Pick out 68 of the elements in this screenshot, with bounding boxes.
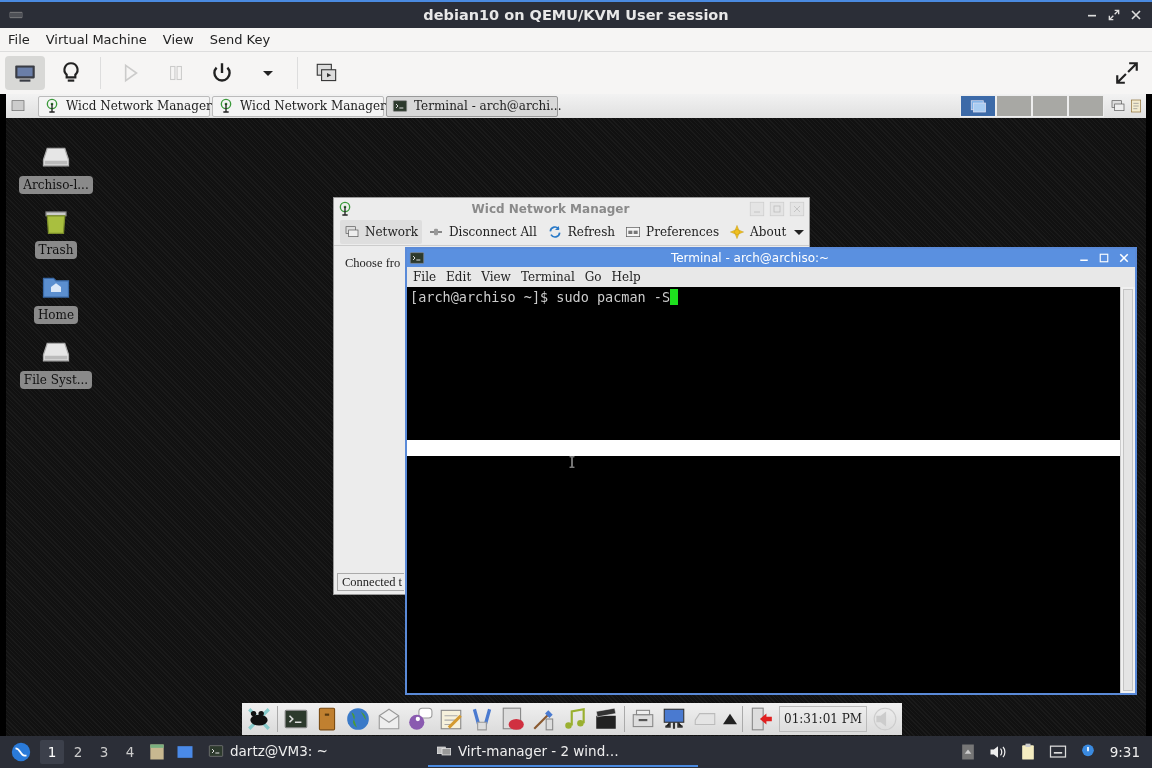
menu-item[interactable]: View	[162, 32, 194, 47]
terminal-output[interactable]: [arch@archiso ~]$ sudo pacman -S	[407, 287, 1120, 693]
workspace-thumbnail[interactable]	[996, 95, 1032, 117]
menu-logo-icon[interactable]	[10, 741, 32, 763]
terminal-icon	[392, 98, 408, 114]
star-icon	[729, 224, 746, 240]
preferences-icon	[625, 224, 642, 240]
clipboard-icon[interactable]	[1128, 98, 1144, 114]
menu-item[interactable]: Help	[611, 270, 641, 284]
taskbar-button[interactable]: Wicd Network Manager	[38, 95, 210, 117]
mouse-icon[interactable]	[246, 706, 272, 732]
envelope-icon[interactable]	[376, 706, 402, 732]
toolbar-button[interactable]: Disconnect All	[423, 220, 541, 244]
up-arrow-icon[interactable]	[723, 712, 737, 726]
desktop-icon-label[interactable]: Trash	[34, 241, 78, 259]
network-icon	[344, 224, 360, 240]
antenna-icon	[218, 98, 234, 114]
status-bar: Connected t	[337, 573, 405, 591]
workspace-thumbnail[interactable]	[960, 95, 996, 117]
menu-item[interactable]: Virtual Machine	[45, 32, 147, 47]
window-title: Wicd Network Manager	[470, 201, 631, 216]
toolbar-button[interactable]: Refresh	[542, 220, 620, 244]
desktop-icon-label[interactable]: Archiso-l...	[19, 176, 93, 194]
clapperboard-icon[interactable]	[593, 706, 619, 732]
workspace-button[interactable]: 1	[40, 740, 64, 764]
menu-item[interactable]: File	[8, 32, 30, 47]
terminal-icon	[409, 250, 425, 266]
workspace-button[interactable]: 3	[92, 740, 116, 764]
network-icon	[1110, 98, 1126, 114]
text-cursor	[670, 289, 679, 305]
toolbar-button[interactable]: About	[725, 220, 791, 244]
desktop-icon-label[interactable]: File Syst...	[19, 371, 93, 389]
taskbar-button[interactable]: Wicd Network Manager	[212, 95, 384, 117]
workspace-thumbnail[interactable]	[1032, 95, 1068, 117]
menu-item[interactable]: Terminal	[520, 270, 575, 284]
clock: 9:31	[1109, 744, 1141, 760]
menu-item[interactable]: View	[481, 270, 511, 284]
monitors-icon	[435, 743, 452, 759]
window-title: debian10 on QEMU/KVM User session	[422, 7, 730, 23]
desktop-icon[interactable]	[10, 98, 26, 114]
workspace-button[interactable]: 2	[66, 740, 90, 764]
taskbar-button[interactable]: dartz@VM3: ~	[200, 737, 336, 767]
antenna-icon	[44, 98, 60, 114]
menu-item[interactable]: Send Key	[209, 32, 271, 47]
toolbar-button[interactable]	[5, 56, 45, 90]
terminal-line: [arch@archiso ~]$ sudo pacman -S	[410, 289, 671, 305]
toolbar-button[interactable]: Preferences	[621, 220, 724, 244]
clock: 01:31:01 PM	[779, 706, 868, 732]
workspace-thumbnail[interactable]	[1068, 95, 1104, 117]
file-cabinet-icon[interactable]	[147, 742, 167, 762]
caret-icon	[263, 70, 273, 76]
menu-item[interactable]: File	[413, 270, 437, 284]
desktop-icon-label[interactable]: Home	[33, 306, 79, 324]
menu-item[interactable]: Go	[584, 270, 602, 284]
paint-icon[interactable]	[500, 706, 526, 732]
caret-icon[interactable]	[794, 229, 805, 235]
maximize-icon[interactable]	[1106, 7, 1122, 23]
toolbar-button[interactable]: Network	[340, 220, 422, 244]
terminal-icon	[208, 743, 224, 759]
workspace-button[interactable]: 4	[118, 740, 142, 764]
menu-item[interactable]: Edit	[446, 270, 472, 284]
taskbar-button[interactable]: Virt-manager - 2 wind…	[427, 737, 698, 767]
antenna-icon	[337, 200, 353, 217]
instruction-text: Choose fro	[345, 256, 401, 271]
window-title: Terminal - arch@archiso:~	[669, 251, 831, 265]
globe-icon[interactable]	[345, 706, 371, 732]
network-monitor-icon[interactable]	[661, 706, 687, 732]
fullscreen-icon	[1114, 60, 1140, 86]
